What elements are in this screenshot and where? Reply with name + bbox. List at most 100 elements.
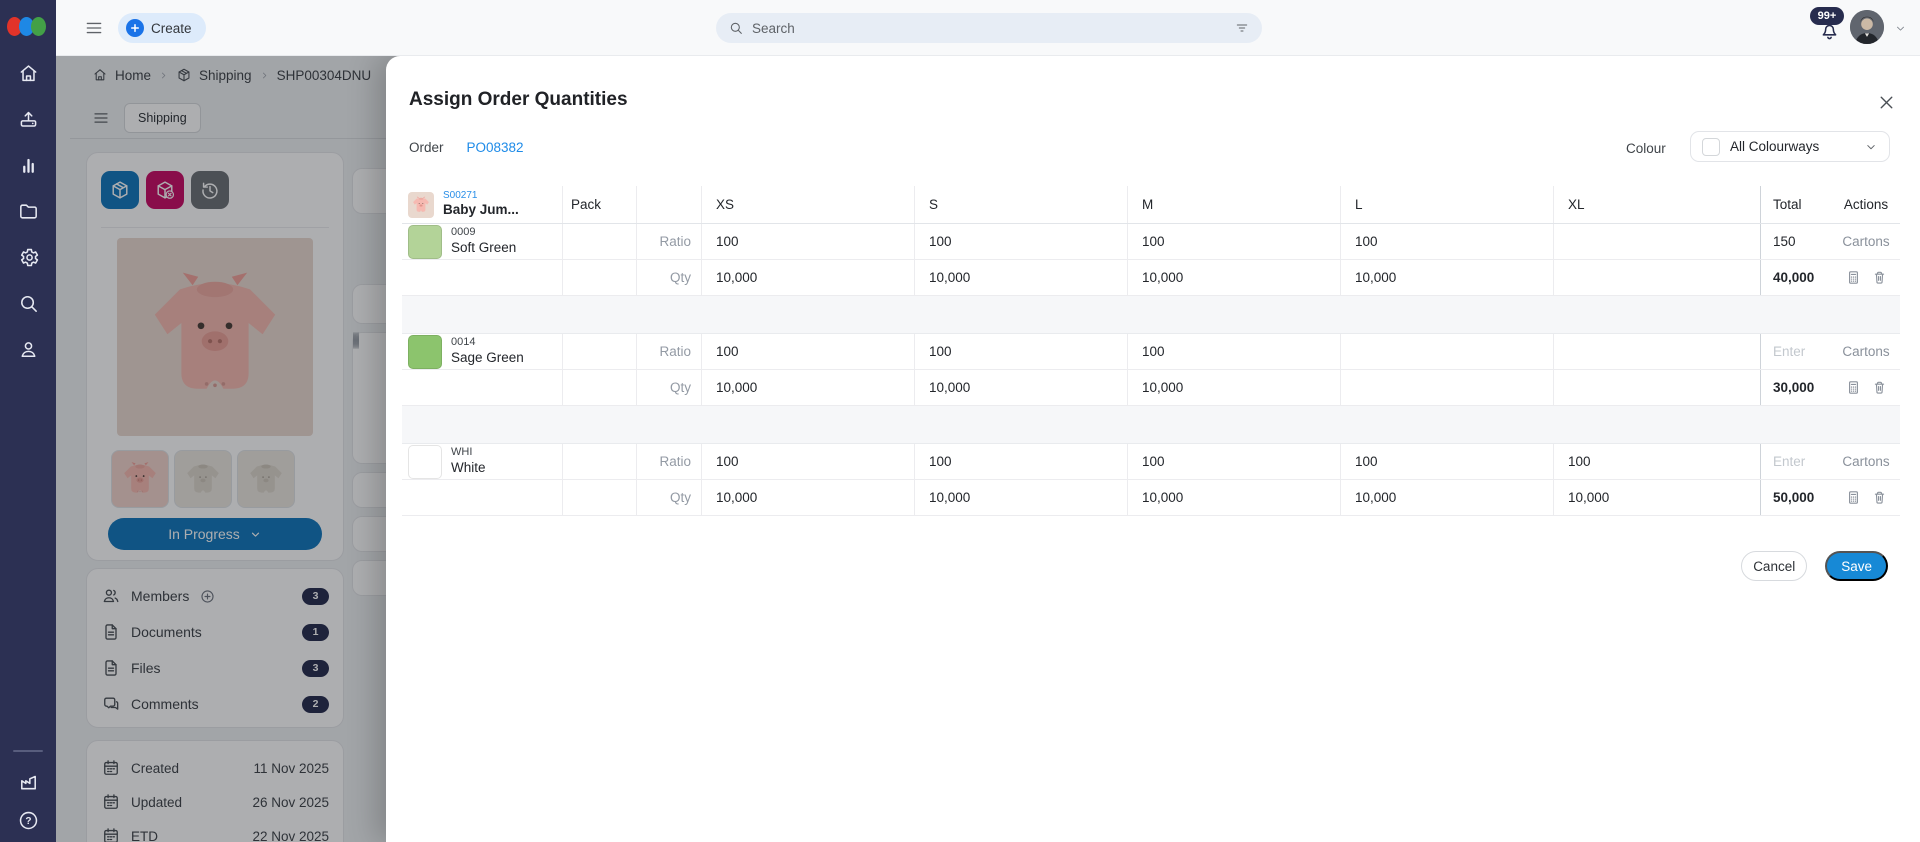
ratio-m[interactable]: 100 [1128, 224, 1341, 259]
ratio-row-soft-green: 0009 Soft Green Ratio 100 100 100 100 15… [402, 224, 1900, 260]
qty-row-sage-green: Qty 10,000 10,000 10,000 30,000 [402, 370, 1900, 406]
qty-l[interactable] [1341, 370, 1554, 405]
calculator-icon[interactable] [1845, 489, 1862, 506]
unit-selector[interactable]: Cartons [1832, 334, 1900, 369]
cancel-button[interactable]: Cancel [1741, 551, 1808, 581]
ratio-s[interactable]: 100 [915, 224, 1128, 259]
pack-cell[interactable] [563, 444, 637, 479]
ratio-l[interactable]: 100 [1341, 224, 1554, 259]
unit-selector[interactable]: Cartons [1832, 444, 1900, 479]
menu-icon[interactable] [84, 18, 104, 38]
qty-label: Qty [637, 370, 702, 405]
qty-row-white: Qty 10,000 10,000 10,000 10,000 10,000 5… [402, 480, 1900, 516]
calculator-icon[interactable] [1845, 269, 1862, 286]
order-number-link[interactable]: PO08382 [467, 140, 524, 155]
product-name: Baby Jum... [443, 202, 519, 218]
column-header-total: Total [1760, 186, 1832, 223]
qty-total: 30,000 [1760, 370, 1832, 405]
app-logo[interactable] [0, 0, 56, 36]
colour-swatch [1702, 137, 1720, 156]
chevron-down-icon[interactable] [1894, 22, 1907, 35]
column-header-m: M [1128, 186, 1341, 223]
colour-code: WHI [451, 446, 473, 459]
column-header-s: S [915, 186, 1128, 223]
colour-swatch [408, 334, 442, 369]
save-button[interactable]: Save [1825, 551, 1888, 581]
qty-xs[interactable]: 10,000 [702, 480, 915, 515]
notifications-button[interactable]: 99+ [1808, 6, 1854, 48]
analytics-icon[interactable] [17, 154, 40, 177]
global-search[interactable] [716, 13, 1262, 43]
qty-s[interactable]: 10,000 [915, 370, 1128, 405]
qty-m[interactable]: 10,000 [1128, 480, 1341, 515]
trash-icon[interactable] [1871, 379, 1888, 396]
pack-cell[interactable] [563, 334, 637, 369]
chevron-down-icon [1864, 140, 1878, 154]
qty-xl[interactable] [1554, 260, 1760, 295]
colour-swatch [408, 444, 442, 479]
qty-xl[interactable] [1554, 370, 1760, 405]
avatar[interactable] [1850, 10, 1884, 44]
colour-swatch [408, 224, 442, 259]
ratio-s[interactable]: 100 [915, 444, 1128, 479]
ratio-xl[interactable]: 100 [1554, 444, 1760, 479]
ratio-xl[interactable] [1554, 224, 1760, 259]
unit-selector[interactable]: Cartons [1832, 224, 1900, 259]
ratio-total-placeholder[interactable]: Enter [1760, 334, 1832, 369]
qty-xs[interactable]: 10,000 [702, 260, 915, 295]
sidebar-divider [13, 750, 43, 752]
group-separator [402, 296, 1900, 334]
pack-cell[interactable] [563, 224, 637, 259]
factory-icon[interactable] [17, 770, 40, 793]
qty-m[interactable]: 10,000 [1128, 260, 1341, 295]
trash-icon[interactable] [1871, 269, 1888, 286]
qty-l[interactable]: 10,000 [1341, 260, 1554, 295]
upload-icon[interactable] [17, 108, 40, 131]
ratio-total-placeholder[interactable]: Enter [1760, 444, 1832, 479]
qty-m[interactable]: 10,000 [1128, 370, 1341, 405]
help-icon[interactable] [17, 809, 40, 832]
ratio-label: Ratio [637, 444, 702, 479]
ratio-xs[interactable]: 100 [702, 224, 915, 259]
sidebar-footer [0, 750, 56, 832]
create-button[interactable]: Create [118, 13, 206, 43]
notification-badge: 99+ [1810, 7, 1844, 25]
qty-xl[interactable]: 10,000 [1554, 480, 1760, 515]
close-icon[interactable] [1876, 92, 1897, 113]
calculator-icon[interactable] [1845, 379, 1862, 396]
qty-label: Qty [637, 260, 702, 295]
qty-row-soft-green: Qty 10,000 10,000 10,000 10,000 40,000 [402, 260, 1900, 296]
qty-s[interactable]: 10,000 [915, 260, 1128, 295]
ratio-row-white: WHI White Ratio 100 100 100 100 100 Ente… [402, 444, 1900, 480]
qty-xs[interactable]: 10,000 [702, 370, 915, 405]
ratio-xs[interactable]: 100 [702, 334, 915, 369]
trash-icon[interactable] [1871, 489, 1888, 506]
filter-icon[interactable] [1234, 20, 1250, 36]
profile-icon[interactable] [17, 338, 40, 361]
modal-footer: Cancel Save [1741, 551, 1888, 581]
ratio-m[interactable]: 100 [1128, 334, 1341, 369]
ratio-m[interactable]: 100 [1128, 444, 1341, 479]
qty-s[interactable]: 10,000 [915, 480, 1128, 515]
ratio-xs[interactable]: 100 [702, 444, 915, 479]
order-label: Order [409, 140, 444, 155]
ratio-total[interactable]: 150 [1760, 224, 1832, 259]
home-icon[interactable] [17, 62, 40, 85]
colour-code: 0009 [451, 226, 476, 239]
ratio-xl[interactable] [1554, 334, 1760, 369]
sidebar [0, 0, 56, 842]
search-icon[interactable] [17, 292, 40, 315]
settings-icon[interactable] [17, 246, 40, 269]
ratio-s[interactable]: 100 [915, 334, 1128, 369]
order-row: Order PO08382 [409, 140, 524, 155]
qty-l[interactable]: 10,000 [1341, 480, 1554, 515]
folder-icon[interactable] [17, 200, 40, 223]
search-input[interactable] [752, 20, 1226, 36]
qty-total: 50,000 [1760, 480, 1832, 515]
colourways-dropdown[interactable]: All Colourways [1690, 131, 1890, 162]
colour-code: 0014 [451, 336, 476, 349]
ratio-l[interactable]: 100 [1341, 444, 1554, 479]
product-code-link[interactable]: S00271 [443, 190, 519, 202]
ratio-label: Ratio [637, 334, 702, 369]
ratio-l[interactable] [1341, 334, 1554, 369]
